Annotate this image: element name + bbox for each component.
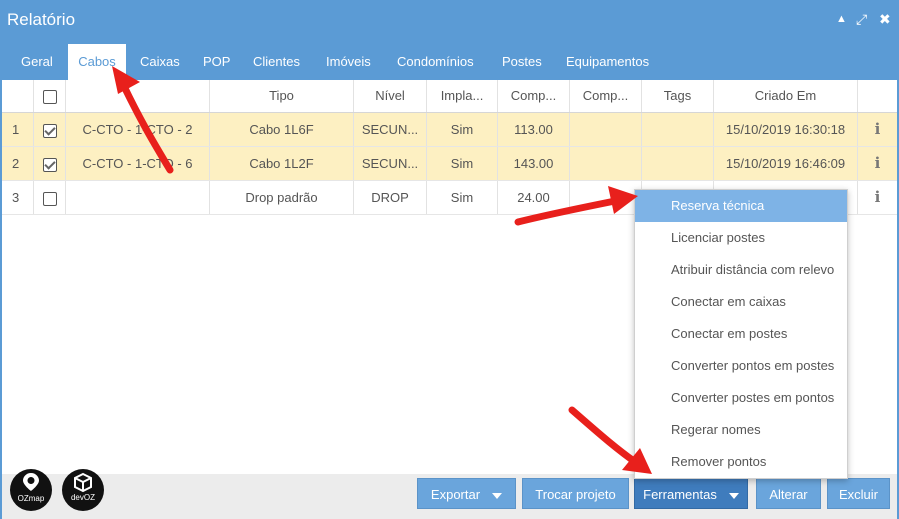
row-nivel: SECUN... <box>354 113 427 146</box>
caret-down-icon <box>492 492 503 499</box>
menu-item-atribuir-distancia[interactable]: Atribuir distância com relevo <box>635 254 847 286</box>
row-implantado: Sim <box>427 147 498 180</box>
row-comprimento: 113.00 <box>498 113 570 146</box>
row-tags <box>642 113 714 146</box>
tab-imoveis[interactable]: Imóveis <box>317 44 380 80</box>
exportar-button[interactable]: Exportar <box>417 478 516 509</box>
ozmap-logo: OZmap <box>10 469 52 511</box>
tab-condominios[interactable]: Condomínios <box>388 44 483 80</box>
row-comprimento: 143.00 <box>498 147 570 180</box>
row-info-cell[interactable]: i <box>858 113 897 146</box>
row-number: 2 <box>2 147 34 180</box>
col-comprimento[interactable]: Comp... <box>498 80 570 112</box>
col-select[interactable] <box>34 80 66 112</box>
row-name <box>66 181 210 214</box>
tab-equipamentos[interactable]: Equipamentos <box>557 44 658 80</box>
row-checkbox[interactable] <box>42 123 57 138</box>
row-comprimento-2 <box>570 147 642 180</box>
row-tipo: Cabo 1L6F <box>210 113 354 146</box>
exportar-label: Exportar <box>430 487 481 502</box>
ferramentas-button[interactable]: Ferramentas <box>634 478 748 509</box>
row-checkbox[interactable] <box>42 191 57 206</box>
caret-down-icon <box>728 492 739 499</box>
ferramentas-menu: Reserva técnica Licenciar postes Atribui… <box>634 189 848 479</box>
annotation-arrow-ferramentas <box>568 406 652 474</box>
row-tipo: Drop padrão <box>210 181 354 214</box>
col-criado-em[interactable]: Criado Em <box>714 80 858 112</box>
info-icon[interactable]: i <box>875 147 881 180</box>
row-info-cell[interactable]: i <box>858 147 897 180</box>
col-comprimento-2[interactable]: Comp... <box>570 80 642 112</box>
info-icon[interactable]: i <box>875 181 881 214</box>
tab-geral[interactable]: Geral <box>12 44 62 80</box>
row-comprimento-2 <box>570 113 642 146</box>
row-number: 1 <box>2 113 34 146</box>
row-nivel: SECUN... <box>354 147 427 180</box>
collapse-icon[interactable]: ▲ <box>836 11 847 27</box>
col-rownum <box>2 80 34 112</box>
row-checkbox-cell[interactable] <box>34 147 66 180</box>
row-checkbox[interactable] <box>42 157 57 172</box>
tab-pop[interactable]: POP <box>194 44 239 80</box>
menu-item-regerar-nomes[interactable]: Regerar nomes <box>635 414 847 446</box>
menu-item-licenciar-postes[interactable]: Licenciar postes <box>635 222 847 254</box>
menu-item-remover-pontos[interactable]: Remover pontos <box>635 446 847 478</box>
ozmap-logo-label: OZmap <box>17 494 45 503</box>
row-criado-em: 15/10/2019 16:30:18 <box>714 113 858 146</box>
cube-icon <box>74 472 92 493</box>
title-bar: Relatório ▲ ⤢ ✖ <box>2 2 897 38</box>
col-nivel[interactable]: Nível <box>354 80 427 112</box>
tab-postes[interactable]: Postes <box>493 44 551 80</box>
trocar-projeto-button[interactable]: Trocar projeto <box>522 478 629 509</box>
col-tags[interactable]: Tags <box>642 80 714 112</box>
row-criado-em: 15/10/2019 16:46:09 <box>714 147 858 180</box>
tab-clientes[interactable]: Clientes <box>244 44 309 80</box>
devoz-logo-label: devOZ <box>70 493 95 502</box>
select-all-checkbox[interactable] <box>42 89 57 104</box>
menu-item-reserva-tecnica[interactable]: Reserva técnica <box>635 190 847 222</box>
annotation-arrow-cabos <box>112 66 174 174</box>
close-icon[interactable]: ✖ <box>879 11 891 27</box>
menu-item-conectar-postes[interactable]: Conectar em postes <box>635 318 847 350</box>
alterar-button[interactable]: Alterar <box>756 478 821 509</box>
info-icon[interactable]: i <box>875 113 881 146</box>
maximize-icon[interactable]: ⤢ <box>856 11 867 27</box>
row-nivel: DROP <box>354 181 427 214</box>
annotation-arrow-reserva <box>514 186 638 226</box>
excluir-button[interactable]: Excluir <box>827 478 890 509</box>
menu-item-converter-postes-pontos[interactable]: Converter postes em pontos <box>635 382 847 414</box>
col-implantado[interactable]: Impla... <box>427 80 498 112</box>
window-title: Relatório <box>7 10 76 29</box>
row-info-cell[interactable]: i <box>858 181 897 214</box>
menu-item-converter-pontos-postes[interactable]: Converter pontos em postes <box>635 350 847 382</box>
row-number: 3 <box>2 181 34 214</box>
col-info <box>858 80 897 112</box>
ferramentas-label: Ferramentas <box>643 487 717 502</box>
row-checkbox-cell[interactable] <box>34 181 66 214</box>
row-tipo: Cabo 1L2F <box>210 147 354 180</box>
row-implantado: Sim <box>427 113 498 146</box>
pin-icon <box>23 473 39 491</box>
menu-item-conectar-caixas[interactable]: Conectar em caixas <box>635 286 847 318</box>
col-tipo[interactable]: Tipo <box>210 80 354 112</box>
row-implantado: Sim <box>427 181 498 214</box>
devoz-logo: devOZ <box>62 469 104 511</box>
row-tags <box>642 147 714 180</box>
row-checkbox-cell[interactable] <box>34 113 66 146</box>
